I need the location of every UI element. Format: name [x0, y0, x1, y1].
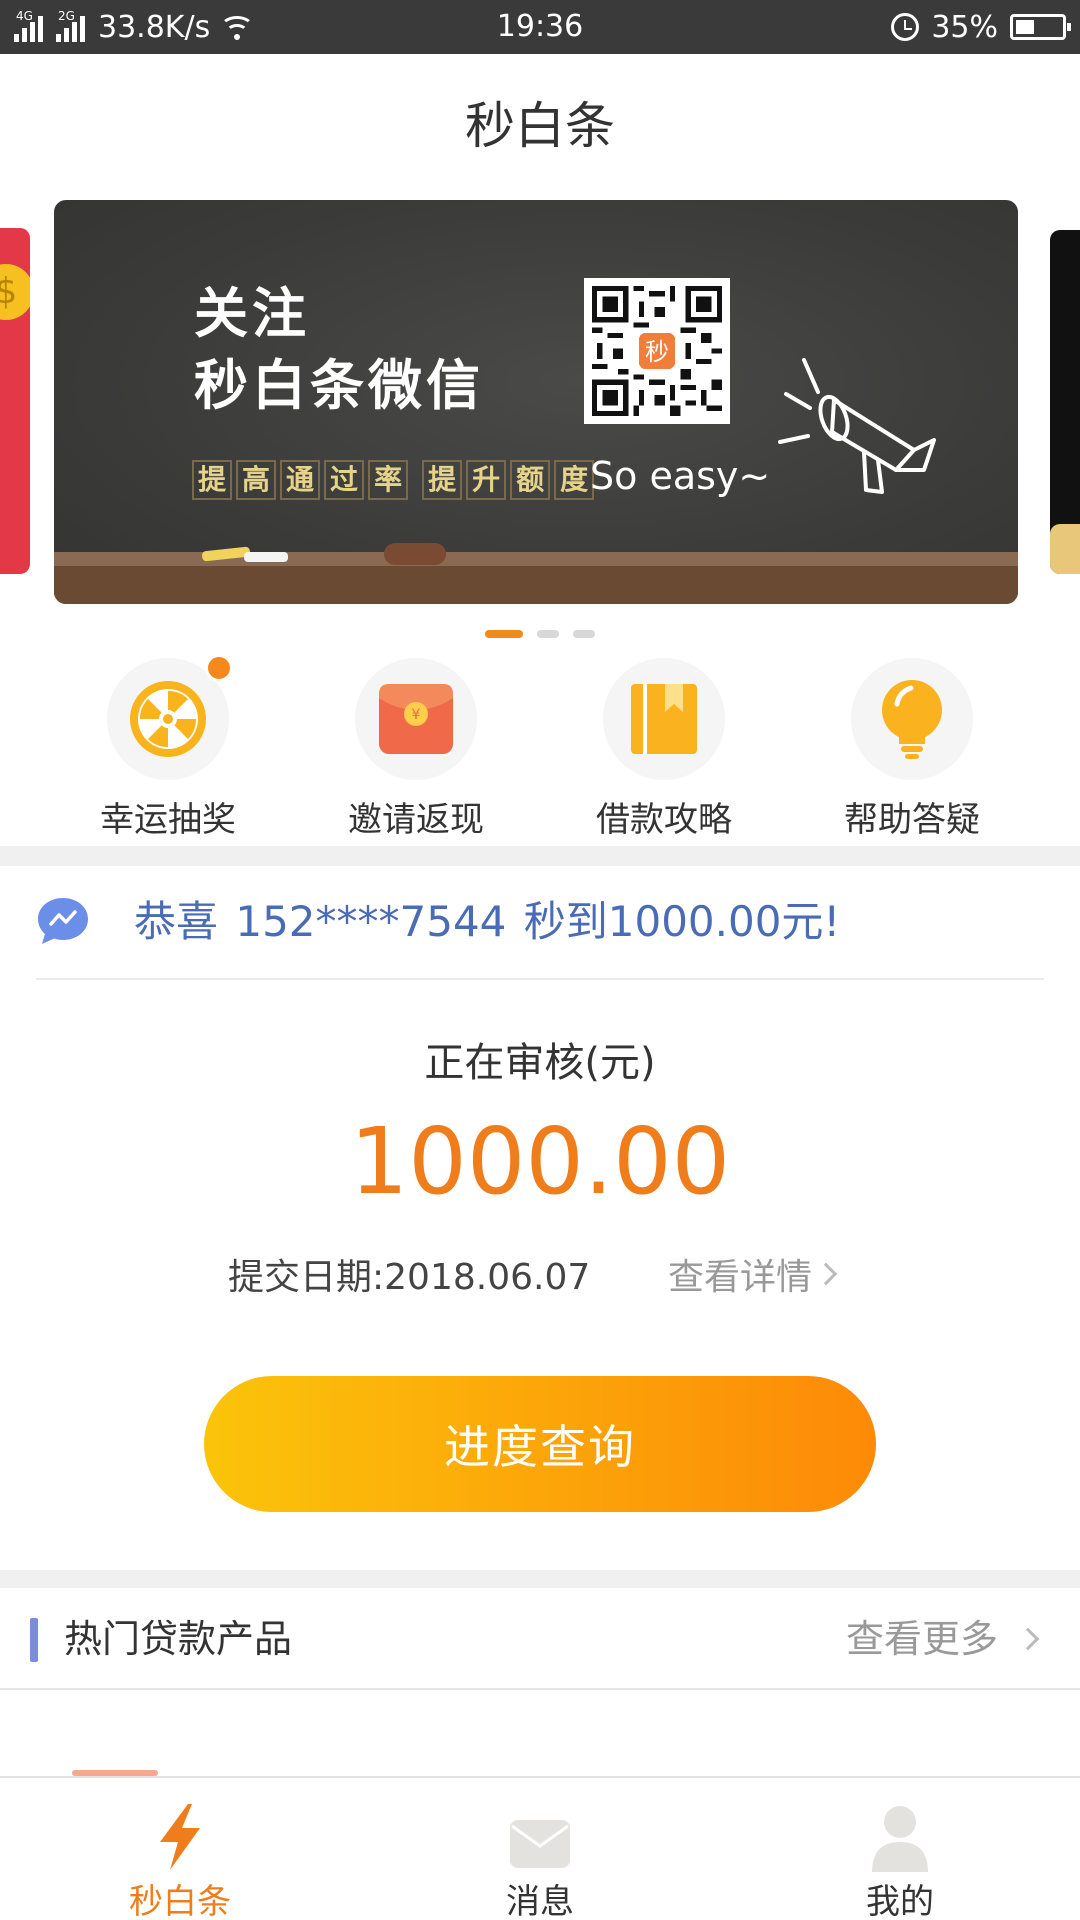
- section-divider: [0, 1570, 1080, 1588]
- banner-title: 关注 秒白条微信: [194, 278, 484, 422]
- qr-code-icon: 秒: [592, 286, 722, 416]
- banner-tag-gap: [412, 460, 418, 500]
- book-icon: [631, 684, 697, 754]
- tab-label: 我的: [866, 1882, 934, 1920]
- menu-icon-bg: [603, 658, 725, 780]
- progress-query-button[interactable]: 进度查询: [204, 1376, 876, 1512]
- banner-slide[interactable]: 关注 秒白条微信 提 高 通 过 率 提 升 额 度 秒 So easy~: [54, 200, 1018, 604]
- page-title: 秒白条: [465, 97, 615, 155]
- banner-tag: 通: [280, 460, 321, 500]
- view-more-link[interactable]: 查看更多: [845, 1588, 1040, 1690]
- view-details-link[interactable]: 查看详情: [668, 1248, 838, 1300]
- banner-slogan: So easy~: [590, 454, 771, 498]
- banner-tags: 提 高 通 过 率 提 升 额 度: [192, 460, 595, 500]
- banner-tag: 额: [510, 460, 551, 500]
- lightbulb-icon: [882, 680, 942, 759]
- hot-products-header: 热门贷款产品 查看更多: [0, 1588, 1080, 1690]
- battery-icon: [1010, 14, 1071, 40]
- tab-label: 秒白条: [129, 1882, 231, 1920]
- banner-title-line2: 秒白条微信: [194, 354, 484, 417]
- tab-messages[interactable]: 消息: [360, 1778, 720, 1920]
- chevron-right-icon: [1016, 1627, 1040, 1651]
- view-details-label: 查看详情: [668, 1257, 813, 1298]
- banner-next-slide[interactable]: [1050, 230, 1080, 574]
- review-status-title: 正在审核(元): [424, 1040, 656, 1086]
- bottom-tab-bar: 秒白条 消息 我的: [0, 1776, 1080, 1920]
- divider: [0, 1688, 1080, 1690]
- chevron-right-icon: [814, 1262, 838, 1286]
- menu-label: 幸运抽奖: [100, 800, 236, 840]
- menu-icon-bg: [851, 658, 973, 780]
- menu-label: 帮助答疑: [844, 800, 980, 840]
- eraser-icon: [384, 543, 446, 565]
- battery-percent: 35%: [931, 9, 998, 45]
- quick-menu: 幸运抽奖 ¥ 邀请返现 借款攻略 帮助答疑: [0, 650, 1080, 850]
- tab-profile[interactable]: 我的: [720, 1778, 1080, 1920]
- menu-item-invite-cashback[interactable]: ¥ 邀请返现: [316, 650, 516, 841]
- qr-logo-text: 秒: [645, 338, 669, 366]
- tab-label: 消息: [506, 1882, 574, 1920]
- coin-icon: $: [0, 264, 30, 320]
- banner-title-line1: 关注: [194, 282, 310, 345]
- banner-tag: 高: [236, 460, 277, 500]
- notice-text: 恭喜 152****7544 秒到1000.00元!: [134, 897, 841, 946]
- notification-dot: [205, 654, 233, 682]
- menu-label: 借款攻略: [596, 800, 732, 840]
- lightning-icon: [0, 1796, 360, 1872]
- status-bar: 4G 2G 33.8K/s 19:36 35%: [0, 0, 1080, 54]
- menu-icon-bg: ¥: [355, 658, 477, 780]
- notice-ticker[interactable]: 恭喜 152****7544 秒到1000.00元!: [0, 866, 1080, 980]
- carousel-dot-active[interactable]: [485, 630, 523, 638]
- status-right: 35%: [891, 0, 1071, 54]
- carousel-indicator: [0, 630, 1080, 638]
- user-icon: [720, 1796, 1080, 1872]
- carousel-dot[interactable]: [573, 630, 595, 638]
- submit-date: 提交日期:2018.06.07: [228, 1257, 591, 1298]
- banner-tag: 升: [466, 460, 507, 500]
- alarm-icon: [891, 13, 920, 41]
- carousel-dot[interactable]: [537, 630, 559, 638]
- menu-icon-bg: [107, 654, 233, 780]
- review-amount: 1000.00: [349, 1108, 731, 1215]
- section-accent-bar: [30, 1618, 38, 1662]
- banner-prev-slide[interactable]: $: [0, 228, 30, 574]
- page-header: 秒白条: [0, 54, 1080, 198]
- section-divider: [0, 846, 1080, 866]
- megaphone-icon: [778, 358, 936, 494]
- banner-tag: 提: [422, 460, 463, 500]
- menu-item-lucky-draw[interactable]: 幸运抽奖: [68, 650, 268, 841]
- view-more-label: 查看更多: [845, 1617, 998, 1661]
- tab-home[interactable]: 秒白条: [0, 1778, 360, 1920]
- menu-label: 邀请返现: [348, 800, 484, 840]
- red-envelope-icon: ¥: [379, 684, 453, 754]
- chat-bubble-icon: [38, 898, 88, 944]
- banner-tag: 率: [368, 460, 409, 500]
- banner-tag: 提: [192, 460, 233, 500]
- hot-products-title: 热门贷款产品: [64, 1617, 293, 1661]
- chalk-icon: [244, 552, 288, 562]
- banner-tag: 度: [554, 460, 595, 500]
- menu-item-loan-guide[interactable]: 借款攻略: [564, 650, 764, 841]
- qr-code: 秒: [584, 278, 730, 424]
- chalk-shelf: [54, 552, 1018, 604]
- svg-text:¥: ¥: [412, 707, 421, 723]
- banner-tag: 过: [324, 460, 365, 500]
- app-root: 4G 2G 33.8K/s 19:36 35% 秒白条 $ 关注 秒白条微信 提…: [0, 0, 1080, 1920]
- menu-item-help[interactable]: 帮助答疑: [812, 650, 1012, 841]
- divider: [36, 978, 1044, 980]
- message-icon: [360, 1796, 720, 1872]
